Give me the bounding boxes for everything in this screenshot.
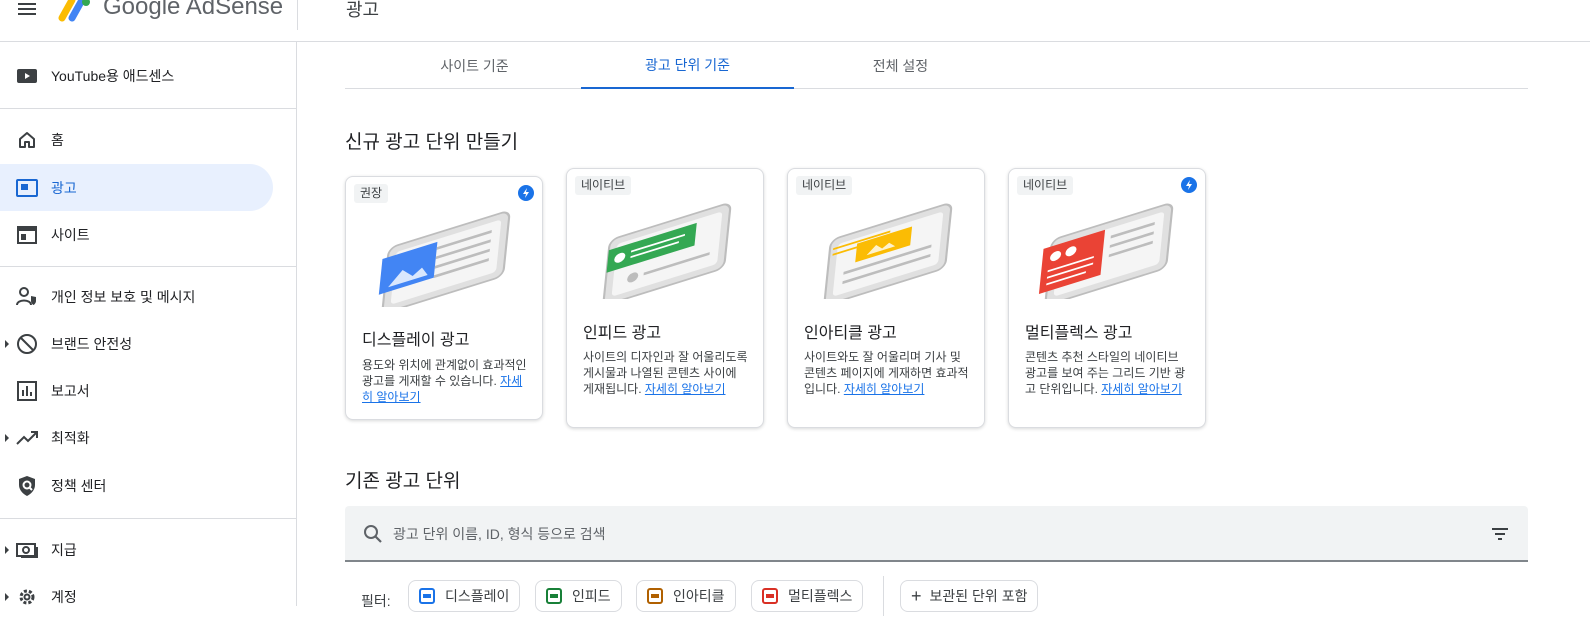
- filter-list-icon[interactable]: [1490, 524, 1510, 544]
- payments-icon: [16, 539, 38, 561]
- in-feed-ad-illustration: [602, 203, 732, 299]
- display-format-icon: [419, 588, 435, 604]
- sidebar-item-label: 광고: [51, 179, 77, 196]
- expand-caret-icon[interactable]: [5, 433, 9, 442]
- in-feed-format-icon: [546, 588, 562, 604]
- card-title: 인피드 광고: [583, 325, 662, 342]
- block-icon: [16, 333, 38, 355]
- sidebar-item-label: 브랜드 안전성: [51, 335, 133, 352]
- card-title: 멀티플렉스 광고: [1025, 325, 1133, 342]
- sidebar-item-reports[interactable]: 보고서: [0, 367, 273, 414]
- page-title: 광고: [346, 0, 380, 20]
- in-article-format-icon: [647, 588, 663, 604]
- sidebar-divider: [0, 108, 297, 109]
- sidebar-item-policy-center[interactable]: 정책 센터: [0, 462, 273, 509]
- gear-icon: [16, 586, 38, 608]
- filter-chip-multiplex[interactable]: 멀티플렉스: [751, 580, 864, 612]
- expand-caret-icon[interactable]: [5, 592, 9, 601]
- trending-icon: [16, 427, 38, 449]
- filter-chip-in-feed[interactable]: 인피드: [535, 580, 622, 612]
- learn-more-link[interactable]: 자세히 알아보기: [645, 382, 726, 396]
- filter-chip-in-article[interactable]: 인아티클: [636, 580, 736, 612]
- tab-by-site[interactable]: 사이트 기준: [368, 42, 581, 89]
- sidebar-item-brand-safety[interactable]: 브랜드 안전성: [0, 320, 273, 367]
- reports-icon: [16, 380, 38, 402]
- bolt-icon: [1181, 177, 1197, 193]
- sidebar-item-label: 계정: [51, 588, 77, 605]
- expand-caret-icon[interactable]: [5, 339, 9, 348]
- sidebar-item-ads[interactable]: 광고: [0, 164, 273, 211]
- sidebar-item-label: 보고서: [51, 382, 90, 399]
- multiplex-format-icon: [762, 588, 778, 604]
- sites-icon: [16, 224, 38, 246]
- multiplex-ad-card[interactable]: 네이티브 멀티플렉스 광고 콘텐츠 추천 스타일의 네이티브 광고를 보여 주는…: [1008, 168, 1206, 428]
- sidebar-item-label: 최적화: [51, 429, 90, 446]
- sidebar-item-sites[interactable]: 사이트: [0, 211, 273, 258]
- sidebar-item-account[interactable]: 계정: [0, 573, 273, 620]
- card-description: 사이트와도 잘 어울리며 기사 및 콘텐츠 페이지에 게재하면 효과적입니다. …: [804, 350, 969, 396]
- filter-label: 필터:: [361, 593, 391, 609]
- tab-by-ad-unit[interactable]: 광고 단위 기준: [581, 42, 794, 89]
- native-badge: 네이티브: [1017, 176, 1074, 195]
- sidebar-item-label: 홈: [51, 131, 64, 148]
- filter-row: 필터: 디스플레이 인피드 인아티클 멀티플렉스 + 보관된 단위 포함: [345, 576, 1528, 616]
- learn-more-link[interactable]: 자세히 알아보기: [1101, 382, 1182, 396]
- learn-more-link[interactable]: 자세히 알아보기: [844, 382, 925, 396]
- card-description: 사이트의 디자인과 잘 어울리도록 게시물과 나열된 콘텐츠 사이에 게재됩니다…: [583, 350, 748, 396]
- sidebar: YouTube용 애드센스 홈 광고 사이트 개인 정보 보호 및 메시지 브랜…: [0, 42, 297, 606]
- header-divider: [297, 0, 298, 30]
- top-app-bar: Google AdSense 광고: [0, 0, 1590, 42]
- sidebar-item-label: 사이트: [51, 226, 90, 243]
- sidebar-item-home[interactable]: 홈: [0, 116, 273, 163]
- card-title: 디스플레이 광고: [362, 332, 470, 349]
- card-description: 용도와 위치에 관계없이 효과적인 광고를 게재할 수 있습니다. 자세히 알아…: [362, 358, 527, 404]
- menu-icon[interactable]: [18, 0, 40, 20]
- sidebar-item-label: YouTube용 애드센스: [51, 67, 175, 84]
- ads-icon: [16, 177, 38, 199]
- display-ad-illustration: [378, 211, 511, 307]
- bolt-icon: [518, 185, 534, 201]
- tab-bar: 사이트 기준 광고 단위 기준 전체 설정: [345, 42, 1528, 89]
- sidebar-item-optimization[interactable]: 최적화: [0, 414, 273, 461]
- sidebar-item-label: 지급: [51, 541, 77, 558]
- expand-caret-icon[interactable]: [5, 545, 9, 554]
- adsense-logo[interactable]: [58, 0, 92, 22]
- ad-unit-search-bar: [345, 506, 1528, 562]
- sidebar-item-label: 개인 정보 보호 및 메시지: [51, 288, 196, 305]
- ad-unit-search-input[interactable]: [393, 524, 1393, 544]
- filter-chip-display[interactable]: 디스플레이: [408, 580, 521, 612]
- card-title: 인아티클 광고: [804, 325, 897, 342]
- home-icon: [16, 129, 38, 151]
- recommended-badge: 권장: [354, 184, 389, 203]
- sidebar-item-payments[interactable]: 지급: [0, 526, 273, 573]
- policy-shield-icon: [16, 475, 38, 497]
- brand-name: Google AdSense: [103, 0, 284, 20]
- in-feed-ad-card[interactable]: 네이티브 인피드 광고 사이트의 디자인과 잘 어울리도록 게시물과 나열된 콘…: [566, 168, 764, 428]
- multiplex-ad-illustration: [1038, 203, 1174, 299]
- card-description: 콘텐츠 추천 스타일의 네이티브 광고를 보여 주는 그리드 기반 광고 단위입…: [1025, 350, 1186, 396]
- sidebar-item-privacy[interactable]: 개인 정보 보호 및 메시지: [0, 273, 273, 320]
- sidebar-item-youtube[interactable]: YouTube용 애드센스: [0, 52, 273, 99]
- in-article-ad-illustration: [823, 203, 953, 299]
- new-ad-unit-heading: 신규 광고 단위 만들기: [345, 132, 519, 153]
- sidebar-divider: [0, 266, 297, 267]
- search-icon: [364, 525, 382, 543]
- display-ad-card[interactable]: 권장 디스플레이 광고 용도와 위치에 관계없이 효과적인 광고를 게재할 수 …: [345, 176, 543, 420]
- filter-divider: [883, 576, 884, 616]
- add-icon: +: [911, 585, 922, 606]
- existing-ad-units-heading: 기존 광고 단위: [345, 471, 461, 492]
- native-badge: 네이티브: [796, 176, 853, 195]
- in-article-ad-card[interactable]: 네이티브 인아티클 광고 사이트와도 잘 어울리며 기사 및 콘텐츠 페이지에 …: [787, 168, 985, 428]
- sidebar-item-label: 정책 센터: [51, 477, 107, 494]
- native-badge: 네이티브: [575, 176, 632, 195]
- sidebar-divider: [0, 518, 297, 519]
- youtube-icon: [16, 65, 38, 87]
- main-content: 사이트 기준 광고 단위 기준 전체 설정 신규 광고 단위 만들기 권장 디스…: [298, 42, 1590, 616]
- include-archived-chip[interactable]: + 보관된 단위 포함: [900, 580, 1039, 612]
- privacy-person-icon: [16, 286, 38, 308]
- tab-global-settings[interactable]: 전체 설정: [794, 42, 1007, 89]
